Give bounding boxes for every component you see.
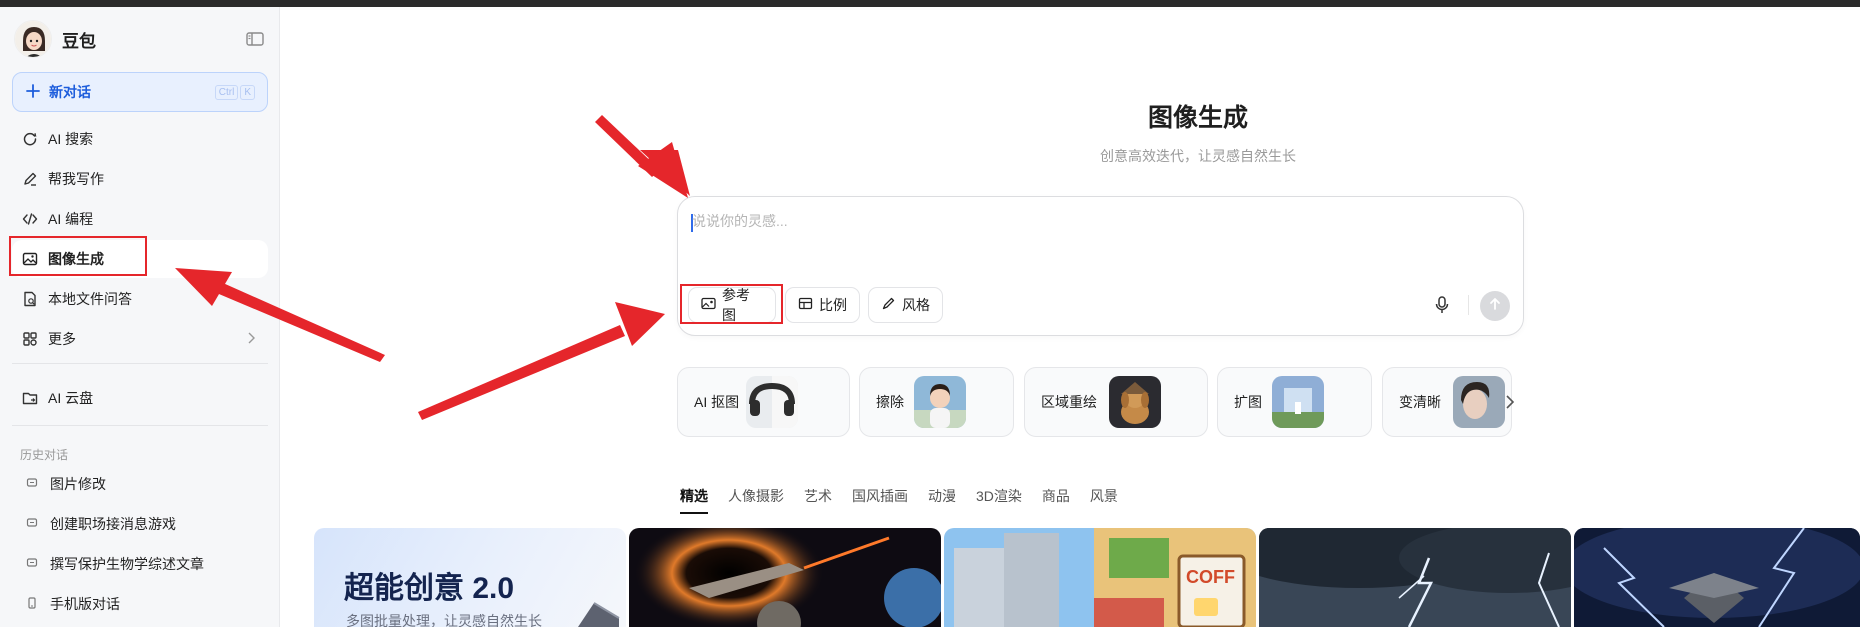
annotation-arrows [175,115,690,420]
